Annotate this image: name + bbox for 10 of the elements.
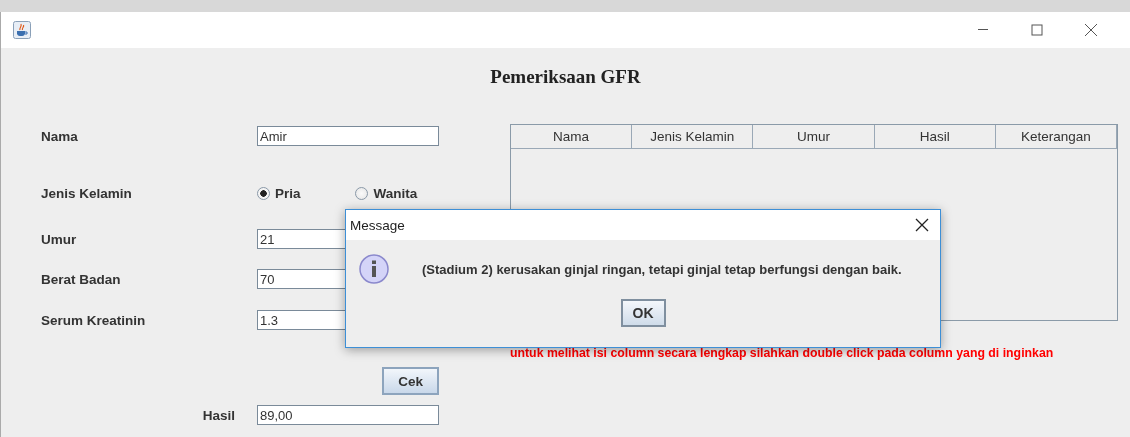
field-label: Nama bbox=[41, 128, 78, 144]
dialog-message: (Stadium 2) kerusakan ginjal ringan, tetapi ginjal tetap berfungsi dengan baik. bbox=[422, 261, 902, 277]
field-label: Umur bbox=[41, 231, 77, 247]
field-label: Serum Kreatinin bbox=[41, 312, 146, 328]
dialog-title: Message bbox=[350, 217, 405, 233]
hint-text: untuk melihat isi column secara lengkap silahkan double click pada column yang di inginkan bbox=[510, 346, 1055, 360]
field-label: Berat Badan bbox=[41, 271, 121, 287]
form-heading: Pemeriksaan GFR bbox=[489, 66, 642, 88]
field-label: Jenis Kelamin bbox=[41, 185, 132, 201]
result-label: Hasil bbox=[202, 407, 236, 423]
